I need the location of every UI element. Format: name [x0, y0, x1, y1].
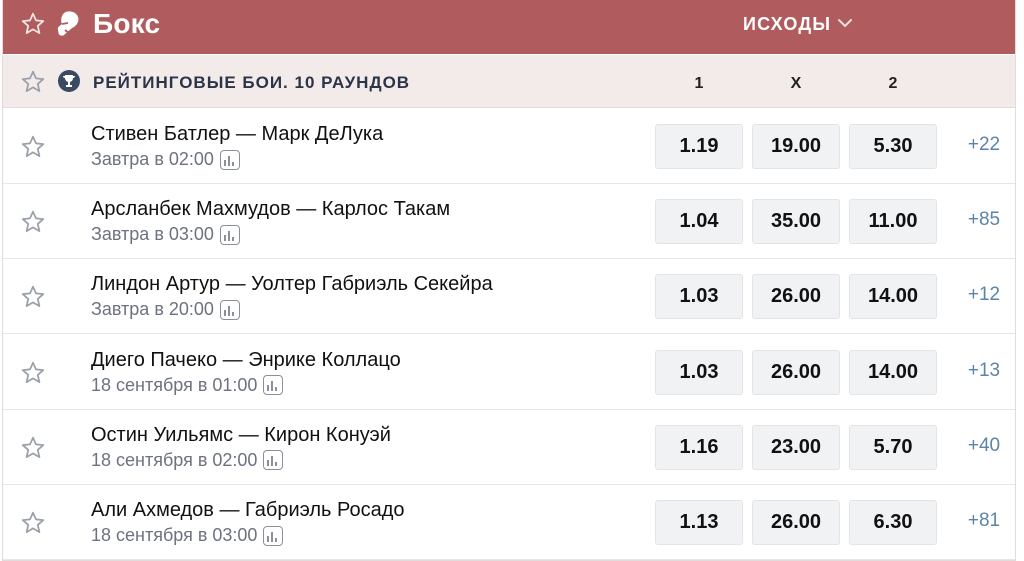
- column-header-2: 2: [888, 75, 898, 92]
- odd-button-2[interactable]: 6.30: [849, 500, 937, 545]
- outcomes-dropdown[interactable]: исходы: [743, 14, 831, 35]
- match-teams[interactable]: Арсланбек Махмудов — Карлос Такам: [91, 198, 450, 221]
- match-teams[interactable]: Диего Пачеко — Энрике Коллацо: [91, 349, 401, 372]
- more-markets-link[interactable]: +13: [955, 360, 1013, 382]
- more-markets-link[interactable]: +81: [955, 510, 1013, 532]
- league-header: Рейтинговые бои. 10 раундов 1 X 2: [3, 55, 1015, 108]
- chevron-down-icon[interactable]: [837, 16, 853, 30]
- match-time-label: Завтра в 03:00: [91, 224, 214, 245]
- odd-button-x[interactable]: 23.00: [752, 424, 840, 470]
- match-row[interactable]: Стивен Батлер — Марк ДеЛука Завтра в 02:0…: [3, 109, 1015, 184]
- stats-icon[interactable]: [263, 450, 284, 471]
- stats-icon[interactable]: [219, 299, 240, 320]
- star-icon[interactable]: [20, 435, 46, 461]
- odd-button-2[interactable]: 11.00: [849, 199, 937, 245]
- odd-button-2[interactable]: 14.00: [849, 349, 937, 395]
- sport-header: Бокс исходы: [3, 0, 1015, 54]
- odd-button-1[interactable]: 1.03: [655, 274, 743, 320]
- stats-icon[interactable]: [263, 525, 284, 546]
- star-icon[interactable]: [20, 510, 46, 536]
- match-row[interactable]: Арсланбек Махмудов — Карлос Такам Завтра …: [3, 184, 1015, 260]
- match-time: Завтра в 02:00: [91, 149, 240, 170]
- match-time-label: 18 сентября в 01:00: [91, 374, 258, 395]
- match-time: 18 сентября в 03:00: [91, 525, 284, 546]
- star-icon[interactable]: [20, 284, 46, 310]
- match-teams[interactable]: Линдон Артур — Уолтер Габриэль Секейра: [91, 273, 493, 296]
- odd-button-2[interactable]: 5.30: [849, 124, 937, 169]
- stats-icon[interactable]: [219, 224, 240, 245]
- more-markets-link[interactable]: +85: [955, 209, 1013, 231]
- match-time: Завтра в 20:00: [91, 299, 240, 320]
- trophy-icon: [58, 70, 80, 92]
- match-time-label: Завтра в 02:00: [91, 149, 214, 169]
- column-header-1: 1: [694, 75, 704, 92]
- stats-icon[interactable]: [219, 149, 240, 170]
- match-time: 18 сентября в 01:00: [91, 374, 284, 396]
- match-row[interactable]: Диего Пачеко — Энрике Коллацо 18 сентября…: [3, 334, 1015, 410]
- sport-title: Бокс: [93, 8, 161, 39]
- stats-icon[interactable]: [263, 375, 284, 396]
- match-row[interactable]: Остин Уильямс — Кирон Конуэй 18 сентября …: [3, 409, 1015, 485]
- odd-button-2[interactable]: 14.00: [849, 274, 937, 320]
- match-time-label: Завтра в 20:00: [91, 299, 214, 320]
- odd-button-x[interactable]: 35.00: [752, 199, 840, 245]
- star-icon[interactable]: [20, 360, 46, 386]
- more-markets-link[interactable]: +22: [955, 134, 1013, 156]
- sport-events-panel: Бокс исходы Рейтинговые бои. 10 раундов …: [2, 0, 1016, 561]
- match-row[interactable]: Линдон Артур — Уолтер Габриэль Секейра За…: [3, 259, 1015, 335]
- star-icon[interactable]: [20, 134, 46, 160]
- odd-button-1[interactable]: 1.03: [655, 349, 743, 395]
- star-icon[interactable]: [20, 69, 46, 95]
- star-icon[interactable]: [20, 209, 46, 235]
- odd-button-1[interactable]: 1.13: [655, 500, 743, 545]
- match-teams[interactable]: Остин Уильямс — Кирон Конуэй: [91, 424, 391, 447]
- column-header-x: X: [790, 75, 802, 92]
- match-time: 18 сентября в 02:00: [91, 449, 284, 471]
- match-teams[interactable]: Стивен Батлер — Марк ДеЛука: [91, 123, 383, 146]
- odd-button-x[interactable]: 26.00: [752, 349, 840, 395]
- odd-button-x[interactable]: 26.00: [752, 274, 840, 320]
- odd-button-x[interactable]: 26.00: [752, 500, 840, 545]
- odd-button-1[interactable]: 1.19: [655, 124, 743, 169]
- league-title: Рейтинговые бои. 10 раундов: [93, 73, 411, 92]
- match-time-label: 18 сентября в 03:00: [91, 525, 258, 545]
- odd-button-2[interactable]: 5.70: [849, 424, 937, 470]
- boxing-glove-icon: [57, 11, 79, 36]
- match-row[interactable]: Али Ахмедов — Габриэль Росадо 18 сентября…: [3, 485, 1015, 560]
- star-icon[interactable]: [20, 11, 46, 37]
- more-markets-link[interactable]: +40: [955, 435, 1013, 457]
- odd-button-x[interactable]: 19.00: [752, 124, 840, 169]
- match-teams[interactable]: Али Ахмедов — Габриэль Росадо: [91, 499, 405, 522]
- odd-button-1[interactable]: 1.16: [655, 424, 743, 470]
- match-time: Завтра в 03:00: [91, 224, 240, 245]
- match-time-label: 18 сентября в 02:00: [91, 449, 258, 470]
- odd-button-1[interactable]: 1.04: [655, 199, 743, 245]
- more-markets-link[interactable]: +12: [955, 284, 1013, 306]
